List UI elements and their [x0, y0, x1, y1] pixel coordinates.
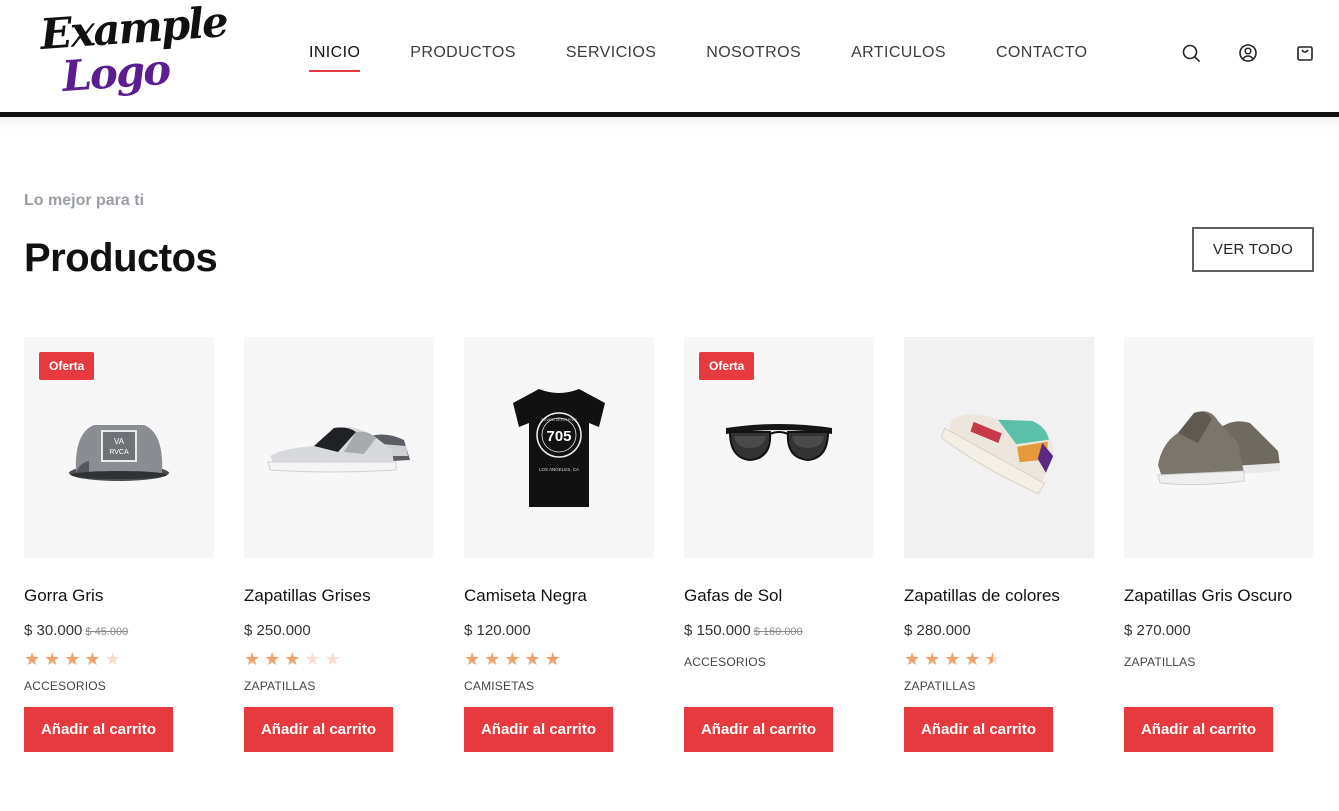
product-card: Zapatillas Grises $ 250.000 ★ ★ ★ ★ ★ ZAPATI… [244, 337, 434, 757]
product-category: ZAPATILLAS [1124, 655, 1196, 669]
star-icon: ★ [324, 649, 341, 670]
rating-stars: ★ ★ ★ ★ ★ [464, 651, 561, 669]
product-name[interactable]: Zapatillas Gris Oscuro [1124, 586, 1292, 606]
add-to-cart-button[interactable]: Añadir al carrito [684, 707, 833, 752]
nav-item-contacto[interactable]: CONTACTO [996, 42, 1088, 72]
product-card: Oferta Gafas de Sol $ 150.000 $ 160.000 A… [684, 337, 874, 757]
star-icon: ★ [544, 649, 561, 670]
add-to-cart-button[interactable]: Añadir al carrito [244, 707, 393, 752]
add-to-cart-button[interactable]: Añadir al carrito [464, 707, 613, 752]
sunglasses-image [726, 423, 832, 461]
old-price: $ 160.000 [753, 626, 803, 638]
nav-item-articulos[interactable]: ARTICULOS [851, 42, 946, 72]
old-price: $ 45.000 [85, 626, 129, 638]
nav-item-productos[interactable]: PRODUCTOS [410, 42, 516, 72]
product-category: ZAPATILLAS [244, 679, 316, 693]
product-name[interactable]: Zapatillas Grises [244, 586, 371, 606]
product-name[interactable]: Gafas de Sol [684, 586, 782, 606]
star-icon: ★ [64, 649, 81, 670]
tshirt-image: 705 SEVEN ZERO FIVE LOS ANGELES, CA [513, 388, 605, 507]
product-image[interactable]: VA RVCA Oferta [24, 337, 214, 558]
add-to-cart-button[interactable]: Añadir al carrito [1124, 707, 1273, 752]
product-card: Zapatillas de colores $ 280.000 ★ ★ ★ ★ ★ ZA… [904, 337, 1094, 757]
star-icon: ★ [304, 649, 321, 670]
site-logo[interactable]: Example Logo [39, 0, 229, 104]
star-icon: ★ [104, 649, 121, 670]
main-nav: INICIO PRODUCTOS SERVICIOS NOSOTROS ARTI… [309, 42, 1087, 72]
product-image[interactable] [904, 337, 1094, 558]
product-name[interactable]: Zapatillas de colores [904, 586, 1060, 606]
half-star-icon: ★ [984, 649, 1001, 670]
star-icon: ★ [904, 649, 921, 670]
product-price: $ 250.000 [244, 622, 311, 639]
rating-stars: ★ ★ ★ ★ ★ [24, 651, 121, 669]
current-price: $ 270.000 [1124, 622, 1191, 639]
product-category: ACCESORIOS [684, 655, 767, 669]
product-card: Zapatillas Gris Oscuro $ 270.000 ZAPATIL… [1124, 337, 1314, 757]
sneaker-image [267, 426, 410, 472]
product-category: CAMISETAS [464, 679, 535, 693]
product-category: ACCESORIOS [24, 679, 107, 693]
product-image[interactable] [244, 337, 434, 558]
current-price: $ 150.000 [684, 622, 751, 639]
product-price: $ 120.000 [464, 622, 531, 639]
product-name[interactable]: Gorra Gris [24, 586, 103, 606]
svg-text:RVCA: RVCA [109, 449, 129, 456]
product-price: $ 150.000 $ 160.000 [684, 622, 803, 639]
current-price: $ 30.000 [24, 622, 83, 639]
product-image[interactable] [1124, 337, 1314, 558]
sneaker-image [940, 413, 1054, 494]
star-icon: ★ [464, 649, 481, 670]
sneaker-image [1157, 410, 1280, 485]
product-name[interactable]: Camiseta Negra [464, 586, 587, 606]
star-icon: ★ [924, 649, 941, 670]
star-icon: ★ [504, 649, 521, 670]
rating-stars: ★ ★ ★ ★ ★ [244, 651, 341, 669]
star-icon: ★ [244, 649, 261, 670]
offer-badge: Oferta [699, 352, 755, 380]
product-category: ZAPATILLAS [904, 679, 976, 693]
section-eyebrow: Lo mejor para ti [24, 192, 145, 209]
svg-text:VA: VA [114, 437, 125, 446]
product-image[interactable]: 705 SEVEN ZERO FIVE LOS ANGELES, CA [464, 337, 654, 558]
nav-item-servicios[interactable]: SERVICIOS [566, 42, 656, 72]
search-icon[interactable] [1180, 42, 1202, 64]
header-shadow [0, 117, 1339, 131]
product-price: $ 30.000 $ 45.000 [24, 622, 128, 639]
logo-text-bottom: Logo [60, 44, 171, 101]
site-header: Example Logo INICIO PRODUCTOS SERVICIOS … [0, 0, 1339, 112]
view-all-button[interactable]: VER TODO [1192, 227, 1314, 272]
product-price: $ 270.000 [1124, 622, 1191, 639]
tshirt-ring-text: SEVEN ZERO FIVE [541, 417, 577, 422]
tshirt-number: 705 [546, 428, 571, 445]
star-icon: ★ [44, 649, 61, 670]
cart-icon[interactable] [1294, 42, 1316, 64]
current-price: $ 280.000 [904, 622, 971, 639]
offer-badge: Oferta [39, 352, 95, 380]
rating-stars: ★ ★ ★ ★ ★ [904, 651, 1001, 669]
product-card: VA RVCA Oferta Gorra Gris $ 30.000 $ 45.0… [24, 337, 214, 757]
star-icon: ★ [284, 649, 301, 670]
section-title: Productos [24, 236, 218, 280]
product-image[interactable]: Oferta [684, 337, 874, 558]
star-icon: ★ [944, 649, 961, 670]
star-icon: ★ [24, 649, 41, 670]
add-to-cart-button[interactable]: Añadir al carrito [904, 707, 1053, 752]
product-price: $ 280.000 [904, 622, 971, 639]
current-price: $ 120.000 [464, 622, 531, 639]
tshirt-caption: LOS ANGELES, CA [539, 467, 579, 472]
add-to-cart-button[interactable]: Añadir al carrito [24, 707, 173, 752]
nav-item-inicio[interactable]: INICIO [309, 42, 361, 72]
product-card: 705 SEVEN ZERO FIVE LOS ANGELES, CA Cami… [464, 337, 654, 757]
current-price: $ 250.000 [244, 622, 311, 639]
user-icon[interactable] [1237, 42, 1259, 64]
star-icon: ★ [524, 649, 541, 670]
star-icon: ★ [84, 649, 101, 670]
star-icon: ★ [484, 649, 501, 670]
nav-item-nosotros[interactable]: NOSOTROS [706, 42, 801, 72]
cap-image: VA RVCA [69, 424, 169, 481]
star-icon: ★ [964, 649, 981, 670]
star-icon: ★ [264, 649, 281, 670]
